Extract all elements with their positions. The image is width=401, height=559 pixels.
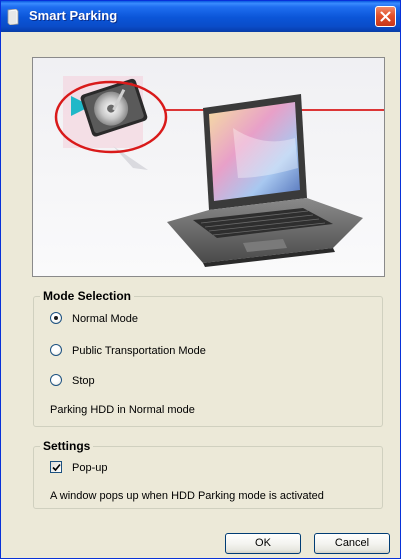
title-bar[interactable]: Smart Parking (1, 1, 400, 32)
illustration-panel (32, 57, 385, 277)
mode-selection-legend: Mode Selection (43, 289, 132, 303)
radio-public-indicator[interactable] (50, 344, 62, 356)
ok-button[interactable]: OK (225, 533, 301, 554)
radio-stop-indicator[interactable] (50, 374, 62, 386)
cancel-button[interactable]: Cancel (314, 533, 390, 554)
settings-legend: Settings (43, 439, 91, 453)
radio-public-label[interactable]: Public Transportation Mode (72, 344, 206, 358)
mode-status-text: Parking HDD in Normal mode (50, 404, 195, 416)
laptop-hdd-illustration (33, 58, 384, 276)
window-title: Smart Parking (29, 8, 118, 23)
close-icon (380, 11, 391, 22)
popup-label[interactable]: Pop-up (72, 461, 107, 475)
popup-description: A window pops up when HDD Parking mode i… (50, 490, 324, 502)
app-icon (7, 9, 19, 25)
radio-normal-label[interactable]: Normal Mode (72, 312, 138, 326)
checkmark-icon (52, 463, 61, 472)
popup-checkbox[interactable] (50, 461, 62, 473)
radio-normal-indicator[interactable] (50, 312, 62, 324)
close-button[interactable] (375, 6, 396, 27)
radio-stop-label[interactable]: Stop (72, 374, 95, 388)
smart-parking-window: Smart Parking Mode Selection Normal Mode… (0, 0, 401, 559)
